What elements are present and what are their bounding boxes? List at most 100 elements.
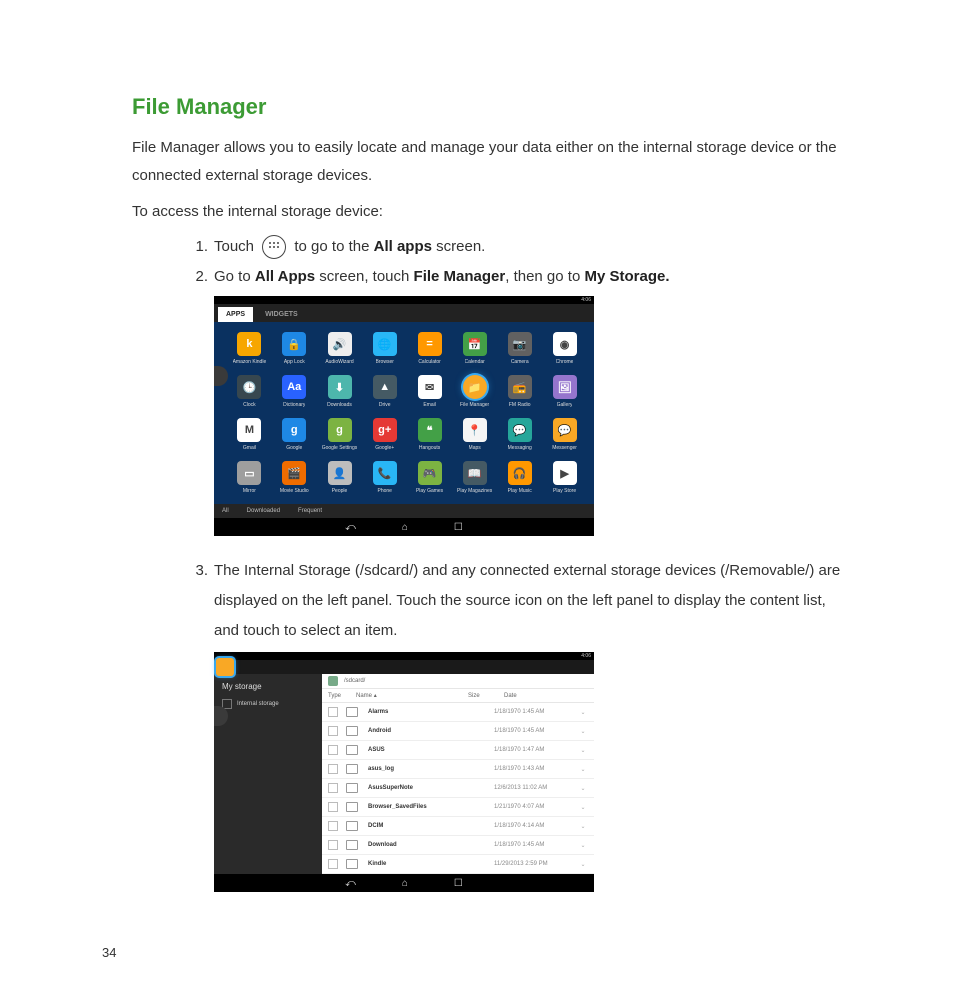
checkbox[interactable]	[328, 707, 338, 717]
file-row[interactable]: DCIM1/18/1970 4:14 AM⌄	[322, 817, 594, 836]
app-app-lock[interactable]: 🔒App Lock	[277, 332, 312, 367]
app-calendar[interactable]: 📅Calendar	[457, 332, 492, 367]
folder-icon	[346, 840, 358, 850]
app-audiowizard[interactable]: 🔊AudioWizard	[322, 332, 358, 367]
file-row[interactable]: ASUS1/18/1970 1:47 AM⌄	[322, 741, 594, 760]
recent-icon[interactable]: ☐	[454, 878, 463, 889]
col-date[interactable]: Date	[504, 693, 588, 699]
file-date: 1/18/1970 1:45 AM	[494, 709, 578, 715]
step-number: 2.	[184, 264, 208, 290]
column-headers: Type Name ▴ Size Date	[322, 689, 594, 703]
checkbox[interactable]	[328, 821, 338, 831]
storage-icon[interactable]	[216, 658, 234, 676]
file-row[interactable]: AsusSuperNote12/6/2013 11:02 AM⌄	[322, 779, 594, 798]
row-menu-icon[interactable]: ⌄	[578, 804, 588, 811]
checkbox[interactable]	[328, 726, 338, 736]
app-maps[interactable]: 📍Maps	[457, 418, 492, 453]
app-gallery[interactable]: 🖼Gallery	[547, 375, 582, 410]
app-browser[interactable]: 🌐Browser	[367, 332, 402, 367]
app-label: Movie Studio	[280, 488, 309, 496]
app-icon: 👤	[328, 461, 352, 485]
col-name[interactable]: Name ▴	[356, 692, 468, 699]
file-row[interactable]: Browser_SavedFiles1/21/1970 4:07 AM⌄	[322, 798, 594, 817]
app-google-settings[interactable]: gGoogle Settings	[322, 418, 358, 453]
checkbox[interactable]	[328, 783, 338, 793]
app-messenger[interactable]: 💬Messenger	[547, 418, 582, 453]
row-menu-icon[interactable]: ⌄	[578, 766, 588, 773]
app-calculator[interactable]: =Calculator	[412, 332, 447, 367]
text: , then go to	[505, 268, 584, 285]
checkbox[interactable]	[328, 802, 338, 812]
col-size[interactable]: Size	[468, 693, 504, 699]
row-menu-icon[interactable]: ⌄	[578, 823, 588, 830]
back-icon[interactable]: ⤺	[345, 878, 356, 889]
row-menu-icon[interactable]: ⌄	[578, 861, 588, 868]
app-icon: 🎮	[418, 461, 442, 485]
app-phone[interactable]: 📞Phone	[367, 461, 402, 496]
folder-icon	[346, 726, 358, 736]
step-2: 2. Go to All Apps screen, touch File Man…	[132, 264, 844, 290]
app-file-manager[interactable]: 📁File Manager	[457, 375, 492, 410]
app-gmail[interactable]: MGmail	[232, 418, 267, 453]
filter-frequent[interactable]: Frequent	[298, 508, 322, 514]
status-time: 4:06	[581, 297, 591, 303]
home-icon[interactable]: ⌂	[402, 878, 408, 889]
app-icon: 🌐	[373, 332, 397, 356]
row-menu-icon[interactable]: ⌄	[578, 747, 588, 754]
app-movie-studio[interactable]: 🎬Movie Studio	[277, 461, 312, 496]
checkbox[interactable]	[328, 840, 338, 850]
app-chrome[interactable]: ◉Chrome	[547, 332, 582, 367]
checkbox[interactable]	[328, 745, 338, 755]
app-hangouts[interactable]: ❝Hangouts	[412, 418, 447, 453]
tab-apps[interactable]: APPS	[218, 307, 253, 322]
app-dictionary[interactable]: AaDictionary	[277, 375, 312, 410]
app-email[interactable]: ✉Email	[412, 375, 447, 410]
fm-left-internal[interactable]: Internal storage	[222, 699, 316, 709]
app-play-store[interactable]: ▶Play Store	[547, 461, 582, 496]
app-play-music[interactable]: 🎧Play Music	[502, 461, 537, 496]
fm-left-title: My storage	[222, 682, 316, 691]
text: Name	[356, 693, 372, 699]
app-drive[interactable]: ▲Drive	[367, 375, 402, 410]
app-camera[interactable]: 📷Camera	[502, 332, 537, 367]
file-manager-screen: 4:06 My storage Internal storage /sdcard…	[214, 652, 594, 892]
app-downloads[interactable]: ⬇Downloads	[322, 375, 358, 410]
row-menu-icon[interactable]: ⌄	[578, 709, 588, 716]
app-google[interactable]: gGoogle	[277, 418, 312, 453]
text: Touch	[214, 238, 258, 255]
file-row[interactable]: Android1/18/1970 1:45 AM⌄	[322, 722, 594, 741]
app-label: Play Store	[553, 488, 576, 496]
app-icon: 💬	[508, 418, 532, 442]
file-row[interactable]: Download1/18/1970 1:45 AM⌄	[322, 836, 594, 855]
file-rows: Alarms1/18/1970 1:45 AM⌄Android1/18/1970…	[322, 703, 594, 874]
folder-icon	[346, 821, 358, 831]
back-icon[interactable]: ⤺	[345, 522, 356, 533]
checkbox[interactable]	[328, 859, 338, 869]
app-people[interactable]: 👤People	[322, 461, 358, 496]
app-label: Dictionary	[283, 402, 305, 410]
app-mirror[interactable]: ▭Mirror	[232, 461, 267, 496]
row-menu-icon[interactable]: ⌄	[578, 728, 588, 735]
app-icon: ❝	[418, 418, 442, 442]
checkbox[interactable]	[328, 764, 338, 774]
app-google-[interactable]: g+Google+	[367, 418, 402, 453]
home-icon[interactable]: ⌂	[402, 522, 408, 533]
app-messaging[interactable]: 💬Messaging	[502, 418, 537, 453]
app-play-games[interactable]: 🎮Play Games	[412, 461, 447, 496]
recent-icon[interactable]: ☐	[454, 522, 463, 533]
filter-downloaded[interactable]: Downloaded	[247, 508, 280, 514]
filter-all[interactable]: All	[222, 508, 229, 514]
app-play-magazines[interactable]: 📖Play Magazines	[457, 461, 492, 496]
file-row[interactable]: asus_log1/18/1970 1:43 AM⌄	[322, 760, 594, 779]
breadcrumb[interactable]: /sdcard/	[322, 674, 594, 689]
file-row[interactable]: Alarms1/18/1970 1:45 AM⌄	[322, 703, 594, 722]
row-menu-icon[interactable]: ⌄	[578, 785, 588, 792]
col-type[interactable]: Type	[328, 693, 356, 699]
tab-widgets[interactable]: WIDGETS	[257, 307, 306, 322]
app-label: Mirror	[243, 488, 256, 496]
row-menu-icon[interactable]: ⌄	[578, 842, 588, 849]
app-fm-radio[interactable]: 📻FM Radio	[502, 375, 537, 410]
app-amazon-kindle[interactable]: kAmazon Kindle	[232, 332, 267, 367]
file-row[interactable]: Kindle11/29/2013 2:59 PM⌄	[322, 855, 594, 874]
app-clock[interactable]: 🕒Clock	[232, 375, 267, 410]
